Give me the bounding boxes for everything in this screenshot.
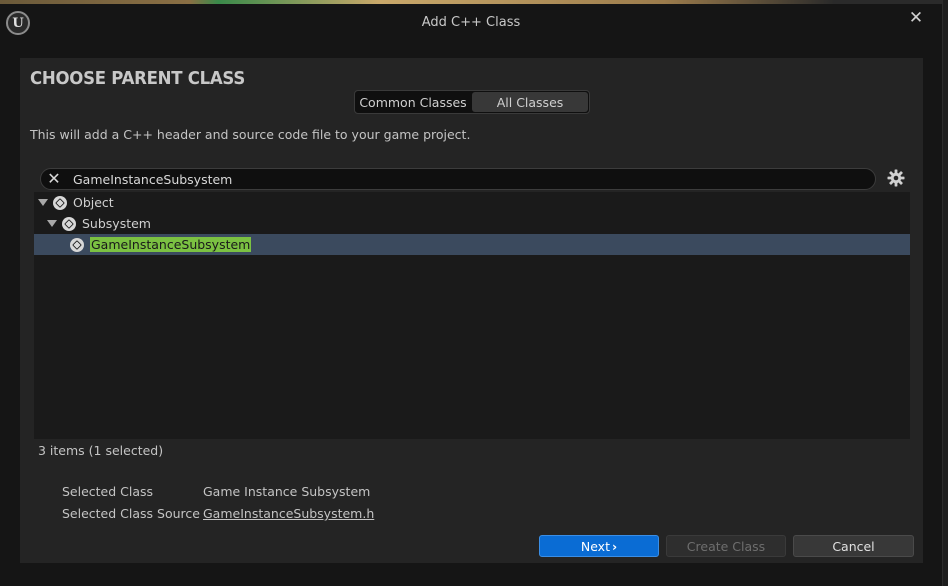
- class-filter-toggle: Common Classes All Classes: [354, 90, 590, 114]
- class-icon: [62, 216, 76, 231]
- search-input[interactable]: [73, 169, 863, 189]
- dialog-content-panel: CHOOSE PARENT CLASS Common Classes All C…: [20, 58, 923, 563]
- close-icon[interactable]: ✕: [908, 10, 924, 27]
- clear-search-icon[interactable]: ✕: [45, 170, 63, 188]
- class-icon: [70, 237, 84, 252]
- selected-class-value: Game Instance Subsystem: [203, 484, 371, 499]
- tree-item-label: Subsystem: [82, 216, 151, 231]
- tree-item-game-instance-subsystem[interactable]: GameInstanceSubsystem: [34, 234, 910, 255]
- editor-side-strip: [942, 0, 948, 586]
- expand-arrow-icon[interactable]: [47, 220, 57, 227]
- selected-source-link[interactable]: GameInstanceSubsystem.h: [203, 506, 374, 521]
- tree-item-subsystem[interactable]: Subsystem: [34, 213, 910, 234]
- selected-class-label: Selected Class: [62, 484, 154, 499]
- chevron-right-icon: ›: [611, 538, 618, 554]
- expand-arrow-icon[interactable]: [38, 199, 48, 206]
- class-tree: Object Subsystem GameInstanceSubsystem: [34, 192, 910, 439]
- item-count: 3 items (1 selected): [38, 443, 164, 458]
- class-icon: [53, 195, 67, 210]
- tree-item-label: GameInstanceSubsystem: [90, 237, 252, 252]
- description-text: This will add a C++ header and source co…: [30, 127, 471, 142]
- next-button[interactable]: Next ›: [539, 535, 659, 557]
- title-bar[interactable]: U Add C++ Class ✕: [0, 4, 942, 42]
- window-title: Add C++ Class: [421, 15, 521, 30]
- selected-source-label: Selected Class Source: [62, 506, 200, 521]
- create-class-button[interactable]: Create Class: [666, 535, 786, 557]
- tab-all-classes[interactable]: All Classes: [472, 92, 588, 112]
- add-cpp-class-dialog: U Add C++ Class ✕ CHOOSE PARENT CLASS Co…: [0, 4, 942, 586]
- page-title: CHOOSE PARENT CLASS: [30, 68, 245, 89]
- tree-item-label: Object: [73, 195, 114, 210]
- search-box: ✕: [40, 168, 876, 190]
- settings-gear-icon[interactable]: [886, 168, 906, 188]
- tree-item-object[interactable]: Object: [34, 192, 910, 213]
- cancel-button[interactable]: Cancel: [793, 535, 914, 557]
- tab-common-classes[interactable]: Common Classes: [355, 91, 471, 113]
- next-label: Next: [580, 538, 610, 554]
